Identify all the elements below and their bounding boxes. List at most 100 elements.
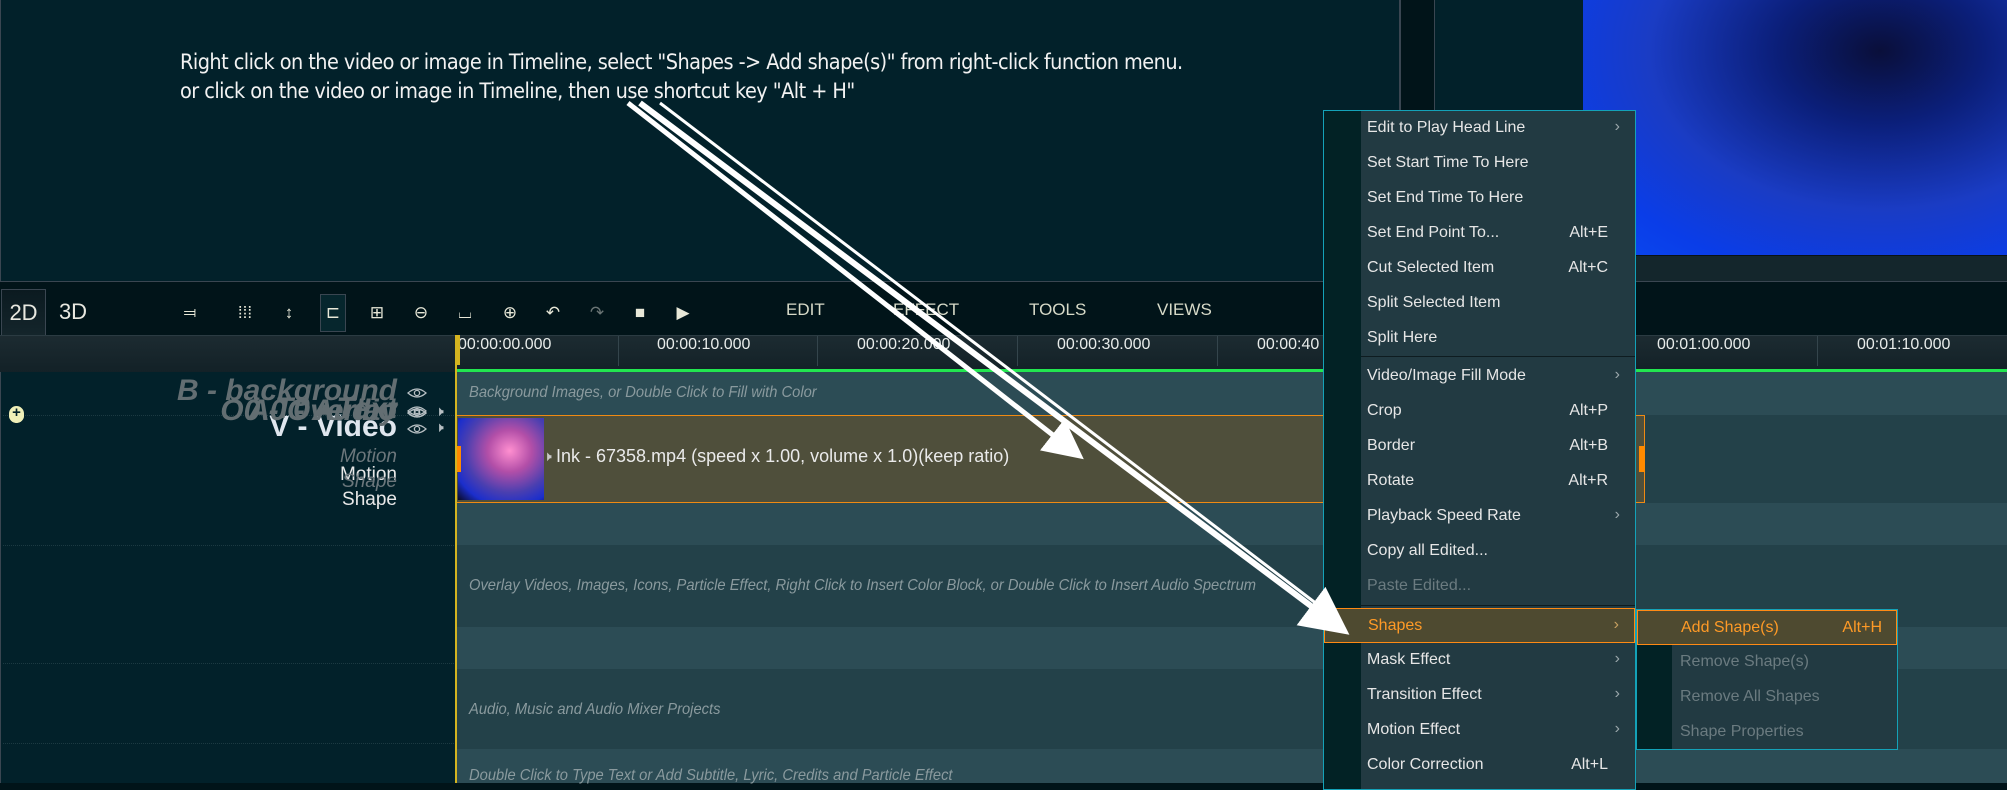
menu-item-color-correction[interactable]: Color Correction Alt+L	[1324, 748, 1635, 783]
clip-title: Ink - 67358.mp4 (speed x 1.00, volume x …	[556, 446, 1010, 466]
zoom-in-icon[interactable]: ⊕	[497, 294, 523, 332]
stop-icon[interactable]: ■	[627, 294, 653, 332]
chevron-right-icon: ›	[1614, 720, 1620, 737]
menu-item-video-image-fill-mode[interactable]: Video/Image Fill Mode ›	[1324, 359, 1635, 394]
menu-item-shortcut: Alt+P	[1569, 402, 1608, 419]
instruction-panel	[0, 0, 1400, 282]
menu-views[interactable]: VIEWS	[1157, 300, 1212, 320]
preview-status-bar	[1583, 255, 2007, 282]
ruler-tick	[817, 336, 818, 366]
menu-separator	[1361, 356, 1635, 357]
zoom-out-icon[interactable]: ⊖	[408, 294, 434, 332]
vertical-resize-icon[interactable]: ↕	[276, 294, 302, 332]
menu-item-border[interactable]: Border Alt+B	[1324, 429, 1635, 464]
ruler-tick-label: 00:00:30.000	[1057, 336, 1151, 353]
row-separator	[3, 545, 456, 546]
ruler-tick-label: 00:00:10.000	[657, 336, 751, 353]
playhead-line	[455, 365, 457, 783]
speaker-icon[interactable]: 🕨	[435, 419, 444, 436]
undo-icon[interactable]: ↶	[540, 294, 566, 332]
menu-tools[interactable]: TOOLS	[1029, 300, 1086, 320]
lane-background[interactable]: Background Images, or Double Click to Fi…	[457, 372, 2007, 415]
menu-edit[interactable]: EDIT	[786, 300, 825, 320]
split-box-icon[interactable]: ⊞	[364, 294, 390, 332]
grid-dots-icon[interactable]: ⁞⁞⁞	[232, 294, 258, 332]
play-icon[interactable]: ▶	[670, 294, 696, 332]
fit-frame-icon[interactable]: ⊏	[320, 294, 346, 332]
menu-item-label: Shape Properties	[1680, 723, 1804, 740]
ruler-icon[interactable]: ⌴	[452, 294, 478, 332]
video-preview	[1583, 0, 2007, 255]
menu-item-edit-to-play-head-line[interactable]: Edit to Play Head Line ›	[1324, 111, 1635, 146]
redo-icon[interactable]: ↷	[584, 294, 610, 332]
align-left-icon[interactable]: ⫤	[177, 294, 203, 332]
menu-item-transition-effect[interactable]: Transition Effect ›	[1324, 678, 1635, 713]
tab-2d[interactable]: 2D	[1, 289, 46, 335]
menu-item-set-end-point-to[interactable]: Set End Point To... Alt+E	[1324, 216, 1635, 251]
row-separator	[3, 743, 456, 744]
tab-3d[interactable]: 3D	[48, 289, 98, 335]
shapes-submenu: Add Shape(s) Alt+H Remove Shape(s) Remove A…	[1636, 609, 1898, 750]
lane-text[interactable]: Double Click to Type Text or Add Subtitl…	[457, 749, 2007, 784]
ruler-tick	[1217, 336, 1218, 366]
menu-item-paste-edited: Paste Edited...	[1324, 569, 1635, 604]
menu-item-set-end-time-to-here[interactable]: Set End Time To Here	[1324, 181, 1635, 216]
menu-item-mask-effect[interactable]: Mask Effect ›	[1324, 643, 1635, 678]
chevron-right-icon: ›	[1614, 685, 1620, 702]
submenu-item-remove-all-shapes: Remove All Shapes	[1637, 680, 1897, 715]
menu-item-shortcut: Alt+B	[1569, 437, 1608, 454]
speaker-icon[interactable]: 🕨	[435, 403, 444, 420]
menu-item-shapes[interactable]: Shapes ›	[1324, 608, 1635, 643]
add-track-icon[interactable]: +	[9, 405, 24, 421]
menu-item-shortcut: Alt+R	[1568, 472, 1608, 489]
track-label[interactable]: T0 - Text	[275, 392, 397, 426]
menu-item-label: Playback Speed Rate	[1367, 507, 1521, 524]
menu-item-split-selected-item[interactable]: Split Selected Item	[1324, 286, 1635, 321]
context-menu: Edit to Play Head Line › Set Start Time To…	[1323, 110, 1636, 790]
chevron-right-icon: ›	[1614, 650, 1620, 667]
menu-item-label: Shapes	[1368, 617, 1423, 634]
lane-video-shape[interactable]	[457, 503, 2007, 545]
menu-item-label: Copy all Edited...	[1367, 542, 1488, 559]
eye-icon[interactable]	[407, 422, 427, 440]
submenu-item-add-shape-s[interactable]: Add Shape(s) Alt+H	[1637, 610, 1897, 645]
menu-item-playback-speed-rate[interactable]: Playback Speed Rate ›	[1324, 499, 1635, 534]
instruction-text: Right click on the video or image in Tim…	[180, 48, 1183, 106]
menu-item-shortcut: Alt+C	[1568, 259, 1608, 276]
menu-effect[interactable]: EFFECT	[893, 300, 959, 320]
timeline-ruler[interactable]: 00:00:00.000 00:00:10.000 00:00:20.000 00:0…	[0, 335, 2007, 372]
menu-item-crop[interactable]: Crop Alt+P	[1324, 394, 1635, 429]
menu-item-label: Split Here	[1367, 329, 1438, 346]
menu-item-label: Split Selected Item	[1367, 294, 1501, 311]
ruler-tick-label: 00:01:00.000	[1657, 336, 1751, 353]
menu-item-label: Rotate	[1367, 472, 1415, 489]
submenu-item-remove-shape-s: Remove Shape(s)	[1637, 645, 1897, 680]
chevron-right-icon: ›	[1614, 366, 1620, 383]
clip-thumbnail	[458, 418, 544, 500]
menu-item-label: Set End Point To...	[1367, 224, 1500, 241]
menu-item-motion-effect[interactable]: Motion Effect ›	[1324, 713, 1635, 748]
menu-item-cut-selected-item[interactable]: Cut Selected Item Alt+C	[1324, 251, 1635, 286]
menu-item-shortcut: Alt+H	[1842, 619, 1882, 636]
lane-hint: Overlay Videos, Images, Icons, Particle …	[469, 577, 1257, 594]
menu-item-label: Cut Selected Item	[1367, 259, 1495, 276]
lane-hint: Double Click to Type Text or Add Subtitl…	[469, 767, 953, 784]
ruler-tick-label: 00:00:00.000	[458, 336, 552, 353]
menu-item-label: Border	[1367, 437, 1416, 454]
clip-end-handle[interactable]	[1639, 446, 1645, 472]
menu-item-copy-all-edited[interactable]: Copy all Edited...	[1324, 534, 1635, 569]
menu-item-rotate[interactable]: Rotate Alt+R	[1324, 464, 1635, 499]
menu-item-split-here[interactable]: Split Here	[1324, 321, 1635, 356]
playhead-handle[interactable]	[455, 335, 460, 365]
chevron-right-icon: ›	[1614, 118, 1620, 135]
eye-icon[interactable]	[407, 404, 427, 422]
menu-item-label: Add Shape(s)	[1681, 619, 1779, 636]
menu-item-shortcut: Alt+L	[1571, 756, 1608, 773]
ruler-tick-label: 00:00:40	[1257, 336, 1320, 353]
menu-item-label: Video/Image Fill Mode	[1367, 367, 1526, 384]
eye-icon[interactable]	[407, 386, 427, 404]
track-header-column: B - background V - Video 🕨 Motion Shape O0 - …	[0, 372, 456, 783]
menu-item-set-start-time-to-here[interactable]: Set Start Time To Here	[1324, 146, 1635, 181]
row-separator	[3, 663, 456, 664]
menu-separator	[1361, 605, 1635, 606]
